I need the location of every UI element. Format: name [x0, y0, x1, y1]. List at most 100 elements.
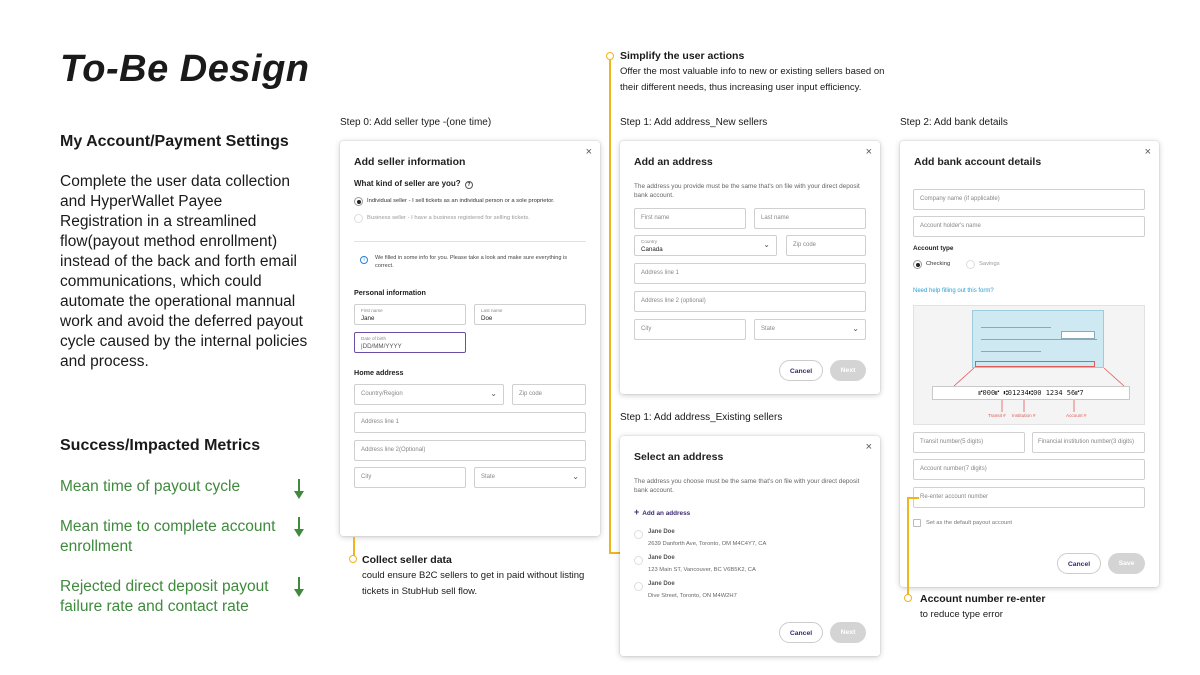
home-address-heading: Home address [354, 368, 404, 377]
address-line-1-field[interactable]: Address line 1 [634, 263, 866, 284]
chevron-down-icon: ⌄ [572, 472, 579, 481]
state-select[interactable]: State ⌄ [754, 319, 866, 340]
cheque-illustration: ⑈000⑈ ⑆01234⑆00 1234 56⑈7 Transit # Inst… [913, 305, 1145, 425]
individual-seller-label: Individual seller - I sell tickets as an… [367, 198, 555, 204]
step-1-existing-label: Step 1: Add address_Existing sellers [620, 412, 783, 423]
zip-code-field[interactable]: Zip code [512, 384, 586, 405]
down-arrow-icon [293, 577, 305, 599]
radio-individual-seller[interactable] [354, 197, 363, 206]
address-line: 123 Main ST, Vancouver, BC V6B5K2, CA [648, 567, 756, 573]
down-arrow-icon [293, 479, 305, 501]
first-name-field[interactable]: First name [634, 208, 746, 229]
settings-description: Complete the user data collection and Hy… [60, 173, 308, 370]
savings-label: Savings [979, 261, 1000, 267]
account-callout: Account # [1066, 413, 1087, 418]
metric-failure-rate: Rejected direct deposit payout failure r… [60, 578, 269, 615]
first-name-field[interactable]: First name Jane [354, 304, 466, 325]
next-button[interactable]: Next [830, 622, 866, 643]
default-payout-label: Set as the default payout account [926, 520, 1013, 526]
close-icon[interactable]: × [866, 441, 872, 453]
modal-title: Add an address [634, 156, 713, 168]
annotation-simplify-title: Simplify the user actions [620, 50, 745, 62]
business-seller-label: Business seller - I have a business regi… [367, 215, 530, 221]
select-address-modal: × Select an address The address you choo… [620, 436, 880, 656]
chevron-down-icon: ⌄ [763, 240, 770, 249]
address-line: Dive Street, Toronto, ON M4W2H7 [648, 593, 737, 599]
radio-business-seller[interactable] [354, 214, 363, 223]
institution-callout: Institution # [1012, 413, 1036, 418]
modal-title: Select an address [634, 451, 724, 463]
city-field[interactable]: City [634, 319, 746, 340]
radio-address-2[interactable] [634, 556, 643, 565]
close-icon[interactable]: × [1145, 146, 1151, 158]
info-circle-icon: i [360, 256, 368, 264]
next-button[interactable]: Next [830, 360, 866, 381]
last-name-field[interactable]: Last name [754, 208, 866, 229]
metrics-heading: Success/Impacted Metrics [60, 437, 261, 454]
annotation-dot [606, 52, 614, 60]
state-select[interactable]: State ⌄ [474, 467, 586, 488]
city-field[interactable]: City [354, 467, 466, 488]
annotation-reenter-text: to reduce type error [920, 609, 1003, 620]
annotation-connector [907, 497, 919, 499]
zip-code-field[interactable]: Zip code [786, 235, 866, 256]
company-name-field[interactable]: Company name (if applicable) [913, 189, 1145, 210]
annotation-dot [349, 555, 357, 563]
step-2-label: Step 2: Add bank details [900, 117, 1008, 128]
modal-subtitle: The address you choose must be the same … [634, 478, 860, 494]
cancel-button[interactable]: Cancel [779, 622, 823, 643]
last-name-field[interactable]: Last name Doe [474, 304, 586, 325]
annotation-reenter-title: Account number re-enter [920, 593, 1046, 605]
close-icon[interactable]: × [586, 146, 592, 158]
radio-address-1[interactable] [634, 530, 643, 539]
transit-callout: Transit # [988, 413, 1006, 418]
cancel-button[interactable]: Cancel [1057, 553, 1101, 574]
address-name: Jane Doe [648, 555, 675, 561]
date-of-birth-field[interactable]: Date of birth |DD/MM/YYYY [354, 332, 466, 353]
transit-number-field[interactable]: Transit number(5 digits) [913, 432, 1025, 453]
page-title: To-Be Design [60, 48, 310, 90]
reenter-account-number-field[interactable]: Re-enter account number [913, 487, 1145, 508]
step-1-new-label: Step 1: Add address_New sellers [620, 117, 768, 128]
annotation-connector [353, 537, 355, 556]
chevron-down-icon: ⌄ [852, 324, 859, 333]
address-line-2-field[interactable]: Address line 2(Optional) [354, 440, 586, 461]
divider [354, 241, 586, 242]
down-arrow-icon [293, 517, 305, 539]
address-line-2-field[interactable]: Address line 2 (optional) [634, 291, 866, 312]
account-holder-field[interactable]: Account holder's name [913, 216, 1145, 237]
address-line: 2639 Danforth Ave, Toronto, OM M4C4Y7, C… [648, 541, 767, 547]
help-link[interactable]: Need help filling out this form? [913, 288, 994, 294]
cancel-button[interactable]: Cancel [779, 360, 823, 381]
radio-savings[interactable] [966, 260, 975, 269]
notice-text: We filled in some info for you. Please t… [375, 255, 568, 269]
step-0-label: Step 0: Add seller type -(one time) [340, 117, 492, 128]
metric-payout-cycle: Mean time of payout cycle [60, 478, 241, 495]
info-icon[interactable]: ? [464, 181, 473, 189]
cheque-micr-line: ⑈000⑈ ⑆01234⑆00 1234 56⑈7 [932, 386, 1130, 400]
account-type-heading: Account type [913, 245, 954, 252]
close-icon[interactable]: × [866, 146, 872, 158]
plus-icon: + [634, 507, 640, 517]
radio-checking[interactable] [913, 260, 922, 269]
annotation-connector [609, 60, 611, 553]
seller-type-question: What kind of seller are you? ? [354, 179, 473, 189]
settings-heading: My Account/Payment Settings [60, 133, 289, 150]
institution-number-field[interactable]: Financial institution number(3 digits) [1032, 432, 1145, 453]
modal-title: Add bank account details [914, 156, 1042, 168]
cheque-callout-lines [953, 367, 1125, 412]
account-number-field[interactable]: Account number(7 digits) [913, 459, 1145, 480]
save-button[interactable]: Save [1108, 553, 1145, 574]
radio-address-3[interactable] [634, 582, 643, 591]
country-select[interactable]: Country Canada ⌄ [634, 235, 777, 256]
address-line-1-field[interactable]: Address line 1 [354, 412, 586, 433]
modal-subtitle: The address you provide must be the same… [634, 183, 860, 199]
default-payout-checkbox[interactable] [913, 519, 921, 527]
country-select[interactable]: Country/Region ⌄ [354, 384, 504, 405]
modal-title: Add seller information [354, 156, 466, 168]
address-name: Jane Doe [648, 581, 675, 587]
notice-box: i We filled in some info for you. Please… [354, 253, 586, 275]
metric-enrollment-time: Mean time to complete account enrollment [60, 518, 276, 555]
add-address-link[interactable]: + Add an address [634, 507, 690, 517]
seller-info-modal: × Add seller information What kind of se… [340, 141, 600, 536]
